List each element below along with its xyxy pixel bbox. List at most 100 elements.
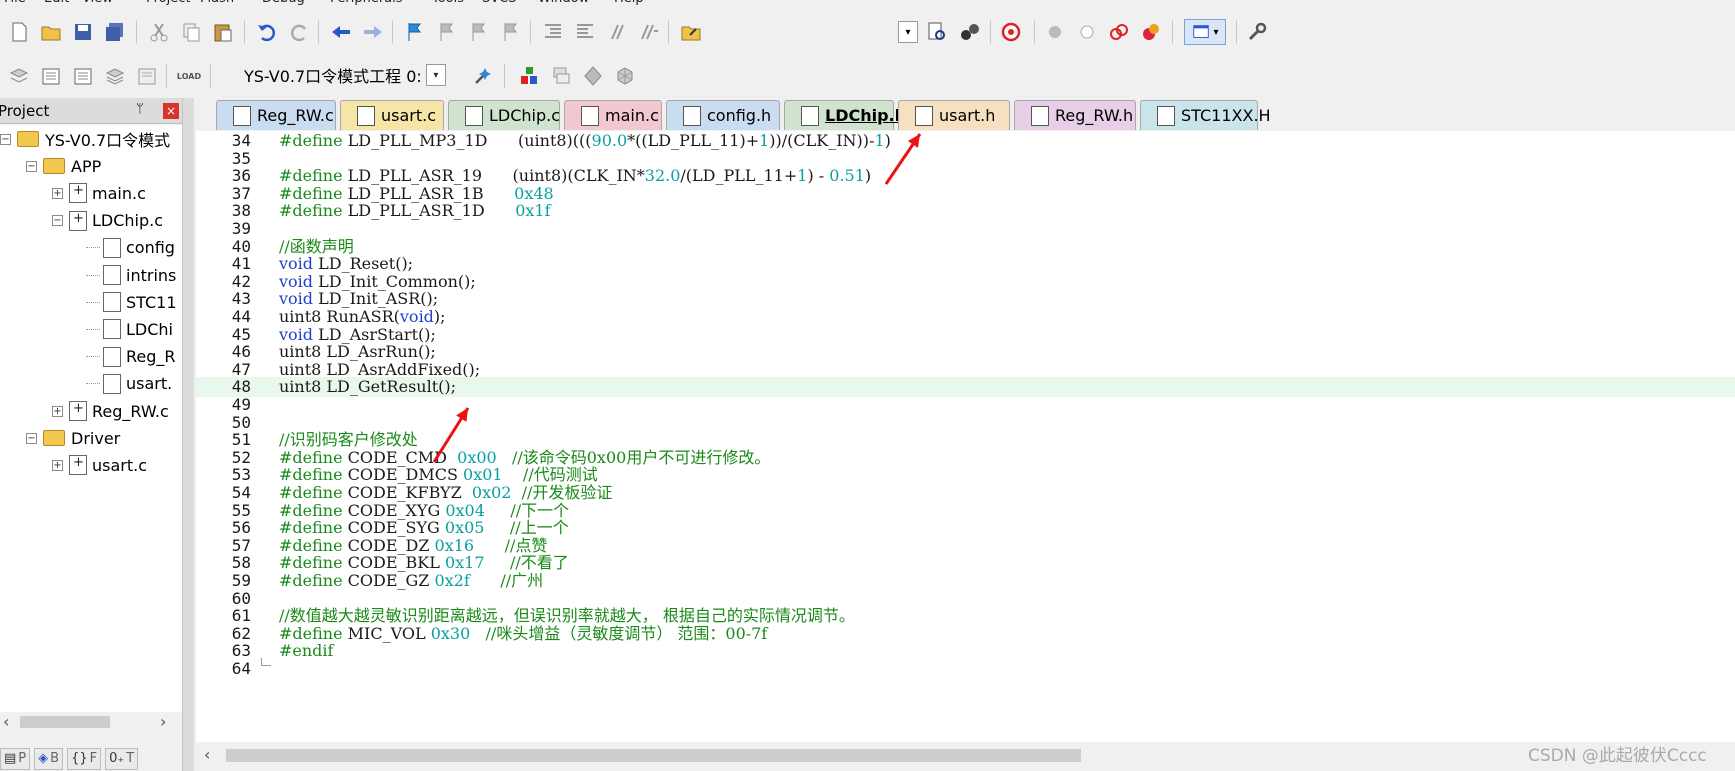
code-line[interactable]: 45 void LD_AsrStart(); (196, 325, 1735, 345)
tree-item[interactable]: intrins (86, 261, 176, 289)
expand-icon[interactable]: + (52, 405, 63, 417)
expand-icon[interactable]: + (52, 187, 63, 199)
indent-icon[interactable] (540, 19, 566, 45)
collapse-icon[interactable]: − (26, 160, 37, 172)
find-in-files-icon[interactable] (678, 19, 704, 45)
code-line[interactable]: 60 (196, 589, 1735, 609)
save-all-icon[interactable] (102, 19, 128, 45)
code-line[interactable]: 40 //函数声明 (196, 237, 1735, 257)
code-line[interactable]: 59 #define CODE_GZ 0x2f //广州 (196, 571, 1735, 591)
new-file-icon[interactable] (6, 19, 32, 45)
tree-item[interactable]: STC11 (86, 288, 177, 316)
tree-item[interactable]: − APP (26, 152, 101, 180)
code-line[interactable]: 46 uint8 LD_AsrRun(); (196, 342, 1735, 362)
nav-forward-icon[interactable] (360, 19, 386, 45)
open-folder-icon[interactable] (38, 19, 64, 45)
editor-tab[interactable]: Reg_RW.c (216, 100, 336, 130)
editor-tab[interactable]: usart.h (898, 100, 1010, 130)
code-line[interactable]: 54 #define CODE_KFBYZ 0x02 //开发板验证 (196, 483, 1735, 503)
menu-item-flash[interactable]: Flash (200, 0, 234, 6)
unindent-icon[interactable] (572, 19, 598, 45)
target-options-icon[interactable] (470, 63, 496, 89)
editor-hscrollbar[interactable]: ‹ (196, 744, 1735, 766)
project-tab[interactable]: ▤ P (0, 747, 31, 770)
code-line[interactable]: 35 (196, 149, 1735, 169)
collapse-icon[interactable]: − (0, 133, 11, 145)
books-tab[interactable]: ◈ B (34, 747, 64, 770)
bookmark-next-icon[interactable] (466, 19, 492, 45)
project-hscrollbar[interactable]: ‹ › (0, 712, 182, 732)
tree-item[interactable]: config (86, 234, 175, 262)
pin-icon[interactable]: ᛘ (136, 102, 144, 117)
code-line[interactable]: 38 #define LD_PLL_ASR_1D 0x1f (196, 201, 1735, 221)
code-line[interactable]: 57 #define CODE_DZ 0x16 //点赞 (196, 536, 1735, 556)
rebuild-icon[interactable] (70, 63, 96, 89)
tree-item[interactable]: + Reg_RW.c (52, 397, 169, 425)
batch-build-icon[interactable] (102, 63, 128, 89)
menu-item-help[interactable]: Help (614, 0, 644, 6)
stop-build-icon[interactable] (134, 63, 160, 89)
pack-installer-icon[interactable] (580, 63, 606, 89)
find-icon[interactable] (924, 19, 950, 45)
scroll-thumb[interactable] (226, 749, 1081, 762)
code-line[interactable]: 56 #define CODE_SYG 0x05 //上一个 (196, 518, 1735, 538)
code-line[interactable]: 34 #define LD_PLL_MP3_1D (uint8)(((90.0*(… (196, 131, 1735, 151)
editor-tab[interactable]: config.h (666, 100, 780, 130)
menu-item-tools[interactable]: Tools (432, 0, 464, 6)
tree-item[interactable]: − LDChip.c (52, 207, 163, 235)
uncomment-icon[interactable] (636, 19, 662, 45)
code-line[interactable]: 41 void LD_Reset(); (196, 254, 1735, 274)
code-editor[interactable]: 34 #define LD_PLL_MP3_1D (uint8)(((90.0*(… (196, 131, 1735, 742)
editor-tab[interactable]: main.c (564, 100, 662, 130)
editor-tab[interactable]: STC11XX.H (1140, 100, 1271, 130)
copy-icon[interactable] (178, 19, 204, 45)
editor-tab[interactable]: LDChip.c (448, 100, 560, 130)
configure-icon[interactable] (1244, 19, 1270, 45)
comment-icon[interactable] (604, 19, 630, 45)
menu-item-view[interactable]: View (82, 0, 113, 6)
menu-item-debug[interactable]: Debug (262, 0, 305, 6)
scroll-thumb[interactable] (20, 716, 110, 728)
target-select[interactable]: YS-V0.7口令模式工程 0: ▾ (244, 63, 464, 87)
scroll-left-icon[interactable]: ‹ (204, 745, 210, 764)
manage-components-icon[interactable] (516, 63, 542, 89)
file-extensions-icon[interactable] (548, 63, 574, 89)
code-line[interactable]: 58 #define CODE_BKL 0x17 //不看了 (196, 553, 1735, 573)
tree-item[interactable]: LDChi (86, 315, 173, 343)
code-line[interactable]: 48 uint8 LD_GetResult(); (196, 377, 1735, 397)
menu-item-peripherals[interactable]: Peripherals (330, 0, 403, 6)
tree-item[interactable]: Reg_R (86, 343, 176, 371)
bookmark-prev-icon[interactable] (434, 19, 460, 45)
code-line[interactable]: 47 uint8 LD_AsrAddFixed(); (196, 360, 1735, 380)
code-line[interactable]: 63 #endif (196, 641, 1735, 661)
code-line[interactable]: 39 (196, 219, 1735, 239)
scroll-left-icon[interactable]: ‹ (3, 712, 9, 731)
tree-item[interactable]: + main.c (52, 179, 146, 207)
tree-item[interactable]: usart. (86, 370, 172, 398)
paste-icon[interactable] (210, 19, 236, 45)
editor-tab[interactable]: LDChip.h (784, 100, 906, 130)
find-combo-dropdown[interactable]: ▾ (898, 21, 918, 43)
collapse-icon[interactable]: − (52, 215, 63, 227)
redo-icon[interactable] (286, 19, 312, 45)
expand-icon[interactable]: + (52, 459, 63, 471)
code-line[interactable]: 36 #define LD_PLL_ASR_19 (uint8)(CLK_IN*3… (196, 166, 1735, 186)
functions-tab[interactable]: {} F (67, 747, 102, 770)
close-icon[interactable]: × (163, 103, 179, 119)
download-load-button[interactable]: LOAD (176, 63, 202, 89)
code-line[interactable]: 44 uint8 RunASR(void); (196, 307, 1735, 327)
code-line[interactable]: 61 //数值越大越灵敏识别距离越远，但误识别率就越大， 根据自己的实际情况调节。 (196, 606, 1735, 626)
save-icon[interactable] (70, 19, 96, 45)
breakpoint-insert-icon[interactable] (1042, 19, 1068, 45)
editor-tab[interactable]: usart.c (340, 100, 444, 130)
menu-item-svcs[interactable]: SVCS (482, 0, 516, 6)
debug-session-icon[interactable] (998, 19, 1024, 45)
breakpoint-disable-all-icon[interactable] (1106, 19, 1132, 45)
tree-item[interactable]: − Driver (26, 424, 120, 452)
nav-back-icon[interactable] (328, 19, 354, 45)
code-line[interactable]: 43 void LD_Init_ASR(); (196, 289, 1735, 309)
build-icon[interactable] (38, 63, 64, 89)
breakpoint-kill-all-icon[interactable] (1138, 19, 1164, 45)
incremental-find-icon[interactable] (956, 19, 982, 45)
menu-item-file[interactable]: File (4, 0, 26, 6)
